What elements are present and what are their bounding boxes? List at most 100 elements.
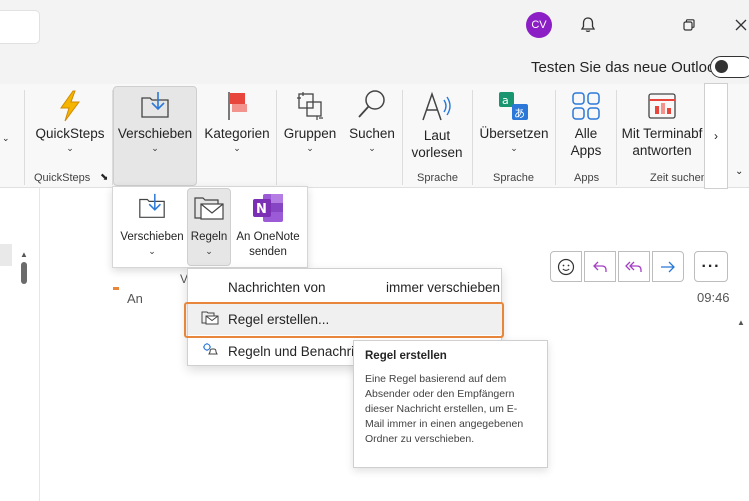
svg-text:a: a — [502, 94, 509, 107]
close-icon[interactable] — [730, 14, 749, 36]
orange-marker — [113, 287, 119, 290]
dialog-launcher-icon[interactable]: ⬊ — [100, 172, 108, 183]
chevron-down-icon: ⌄ — [233, 143, 241, 153]
quicksteps-label: QuickSteps — [35, 126, 105, 141]
ribbon-scroll-right-icon[interactable]: › — [704, 83, 728, 189]
group-label-sprache: Sprache — [417, 172, 458, 184]
reply-icon — [593, 261, 607, 272]
collapse-chevron-icon[interactable]: ⌄ — [2, 133, 10, 144]
menu-item-always-move-label: Nachrichten von — [228, 279, 326, 295]
ribbon-separator — [276, 90, 277, 185]
flag-icon — [228, 92, 247, 120]
more-actions-button[interactable]: ··· — [694, 251, 728, 282]
bell-icon[interactable] — [577, 14, 599, 36]
ribbon-separator — [555, 90, 556, 185]
forward-button[interactable] — [652, 251, 684, 282]
chevron-down-icon: ⌄ — [510, 143, 518, 153]
alle-label: Alle — [574, 126, 598, 141]
onenote-label-line2: senden — [249, 246, 287, 258]
svg-text:N: N — [256, 202, 267, 217]
terminabf-label: Mit Terminabf — [621, 126, 703, 141]
selected-folder-marker — [0, 244, 12, 266]
chevron-down-icon: ⌄ — [205, 246, 213, 256]
emoji-button[interactable] — [550, 251, 582, 282]
verschieben-button[interactable]: Verschieben ⌄ — [115, 90, 195, 154]
group-label-apps: Apps — [574, 172, 600, 184]
onenote-icon: N — [253, 194, 283, 222]
uebersetzen-button[interactable]: aあ Übersetzen ⌄ — [476, 90, 552, 154]
onenote-label-line1: An OneNote — [236, 231, 300, 243]
regeln-button[interactable]: Regeln ⌄ — [187, 192, 231, 257]
folder-pane — [0, 188, 40, 501]
apps-grid-icon — [572, 92, 600, 120]
alle-apps-button[interactable]: Alle Apps — [559, 90, 613, 159]
folder-scrollbar-thumb[interactable] — [21, 262, 27, 284]
ribbon-expand-chevron-icon[interactable]: ⌄ — [735, 166, 743, 177]
more-icon: ··· — [701, 257, 721, 275]
chevron-down-icon: ⌄ — [306, 143, 314, 153]
chevron-down-icon: ⌄ — [368, 143, 376, 153]
group-icon — [297, 92, 323, 120]
vorlesen-label: vorlesen — [411, 145, 463, 160]
tooltip-title: Regel erstellen — [365, 350, 447, 362]
svg-text:あ: あ — [514, 107, 525, 120]
reply-all-icon — [625, 261, 642, 272]
smiley-icon — [557, 258, 575, 275]
group-label-quicksteps: QuickSteps — [34, 172, 91, 184]
gruppen-label: Gruppen — [283, 126, 337, 141]
group-label-zeit-suchen: Zeit suchen — [650, 172, 707, 184]
calendar-icon — [648, 93, 676, 119]
restore-icon[interactable] — [678, 14, 700, 36]
avatar[interactable]: CV — [526, 12, 552, 38]
suchen-label: Suchen — [349, 126, 395, 141]
ribbon-separator — [616, 90, 617, 185]
to-label: An — [127, 291, 143, 306]
verschieben-label: Verschieben — [117, 126, 193, 141]
dropdown-verschieben-button[interactable]: Verschieben ⌄ — [118, 192, 186, 257]
ribbon-separator — [402, 90, 403, 185]
menu-item-always-move-label-right: immer verschieben — [386, 279, 501, 295]
highlight-create-rule — [184, 302, 504, 338]
group-label-sprache-2: Sprache — [493, 172, 534, 184]
toggle-knob — [715, 60, 728, 73]
tooltip: Regel erstellen Eine Regel basierend auf… — [353, 340, 548, 468]
title-bar — [0, 0, 749, 50]
new-outlook-toggle[interactable] — [710, 56, 749, 78]
rules-alerts-icon — [201, 342, 219, 361]
lightning-icon — [60, 90, 80, 122]
menu-item-always-move[interactable]: Nachrichten von immer verschieben — [188, 271, 503, 303]
search-box[interactable] — [0, 10, 40, 44]
ribbon-separator — [24, 90, 25, 185]
scroll-up-icon[interactable]: ▲ — [20, 250, 28, 259]
read-aloud-icon — [422, 91, 451, 121]
kategorien-button[interactable]: Kategorien ⌄ — [201, 90, 273, 154]
search-icon — [358, 90, 385, 118]
new-outlook-label: Testen Sie das neue Outlook — [531, 59, 723, 76]
onenote-button[interactable]: N An OneNote senden — [232, 192, 304, 260]
regeln-label: Regeln — [190, 231, 228, 243]
menu-item-manage-rules-label: Regeln und Benachrich — [228, 343, 369, 359]
quicksteps-button[interactable]: QuickSteps ⌄ — [34, 90, 106, 154]
gruppen-button[interactable]: Gruppen ⌄ — [279, 90, 341, 154]
apps-label: Apps — [570, 143, 602, 158]
forward-icon — [661, 261, 675, 272]
kategorien-label: Kategorien — [204, 126, 270, 141]
laut-vorlesen-button[interactable]: Laut vorlesen — [406, 90, 468, 161]
laut-label: Laut — [423, 128, 451, 143]
terminabfrage-button[interactable]: Mit Terminabf antworten — [620, 90, 704, 159]
move-folder-icon — [139, 193, 165, 218]
chevron-down-icon: ⌄ — [148, 246, 156, 256]
reading-scroll-up-icon[interactable]: ▲ — [737, 318, 745, 327]
move-folder-icon — [141, 92, 169, 118]
ribbon-separator — [472, 90, 473, 185]
reply-all-button[interactable] — [618, 251, 650, 282]
suchen-button[interactable]: Suchen ⌄ — [345, 88, 399, 154]
reply-button[interactable] — [584, 251, 616, 282]
chevron-down-icon: ⌄ — [151, 143, 159, 153]
tooltip-body: Eine Regel basierend auf dem Absender od… — [365, 373, 524, 445]
message-time: 09:46 — [697, 290, 730, 305]
rules-icon — [194, 197, 224, 220]
dropdown-verschieben-label: Verschieben — [120, 231, 184, 243]
uebersetzen-label: Übersetzen — [479, 126, 549, 141]
antworten-label: antworten — [632, 143, 692, 158]
